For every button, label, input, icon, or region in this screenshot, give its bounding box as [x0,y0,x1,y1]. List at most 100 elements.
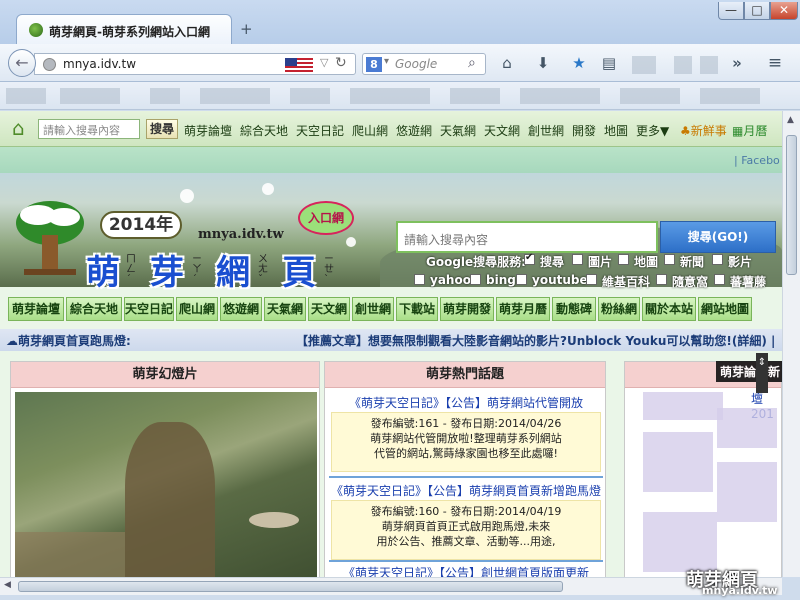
main-menu-item[interactable]: 粉絲網 [598,297,640,321]
facebook-link[interactable]: | Facebo [734,154,780,167]
bookmark-item[interactable] [150,88,180,104]
post-title-link[interactable]: 《萌芽天空日記》【公告】萌芽網站代管開放 [331,394,601,411]
checkbox-news[interactable] [664,254,675,265]
bookmark-item[interactable] [60,88,120,104]
main-menu-item[interactable]: 天文網 [308,297,350,321]
close-window-button[interactable]: ✕ [770,2,798,20]
horizontal-scrollbar[interactable]: ◀ [0,577,782,595]
scroll-up-icon[interactable]: ▲ [787,115,794,125]
option-label[interactable]: 影片 [728,253,752,270]
blurred-extension-icon[interactable] [674,56,692,74]
site-search-button[interactable]: 搜尋 [146,119,178,139]
main-menu-item[interactable]: 天空日記 [124,297,174,321]
url-dropdown-icon[interactable]: ▽ [320,56,328,69]
option-label[interactable]: 蕃薯藤 [730,273,766,290]
main-menu-item[interactable]: 關於本站 [642,297,696,321]
nav-link[interactable]: 悠遊網 [396,122,432,139]
nav-link[interactable]: 萌芽論壇 [184,122,232,139]
menu-icon[interactable]: ≡ [766,54,784,72]
download-icon[interactable]: ⬇ [534,54,552,72]
back-button[interactable]: ← [8,49,36,77]
reload-icon[interactable]: ↻ [335,55,347,71]
post-title-link[interactable]: 《萌芽天空日記》【公告】萌芽網頁首頁新增跑馬燈 [331,482,601,499]
checkbox-bing[interactable] [470,274,481,285]
nav-more-dropdown[interactable]: 更多▼ [636,122,669,139]
search-magnifier-icon[interactable]: ⌕ [468,55,476,71]
bookmark-item[interactable] [520,88,600,104]
option-label[interactable]: 地圖 [634,253,658,270]
bookmark-star-icon[interactable]: ★ [570,54,588,72]
nav-link[interactable]: 天文網 [484,122,520,139]
url-bar[interactable]: mnya.idv.tw ▽ ↻ [34,53,356,75]
engine-dropdown-icon[interactable]: ▾ [384,56,389,67]
main-menu-item[interactable]: 爬山網 [176,297,218,321]
us-flag-icon[interactable] [285,58,313,72]
site-search-input[interactable]: 請輸入搜尋內容 [38,119,140,139]
option-label[interactable]: 隨意窩 [672,273,708,290]
bookmark-item[interactable] [6,88,46,104]
checkbox-yam[interactable] [714,274,725,285]
calendar-link[interactable]: ▦月曆 [732,122,767,139]
checkbox-yahoo[interactable] [414,274,425,285]
option-label[interactable]: 搜尋 [540,253,564,270]
blurred-extension-icon[interactable] [700,56,718,74]
header-search-input[interactable]: 請輸入搜尋內容 [396,221,658,253]
browser-tab[interactable]: 萌芽網頁-萌芽系列網站入口網 [16,14,232,44]
header-search-button[interactable]: 搜尋(GO!) [660,221,776,253]
nav-link[interactable]: 天氣網 [440,122,476,139]
bookmark-item[interactable] [450,88,500,104]
url-text[interactable]: mnya.idv.tw [63,57,136,71]
home-icon[interactable]: ⌂ [12,118,25,138]
checkbox-images[interactable] [572,254,583,265]
minimize-button[interactable]: — [718,2,744,20]
checkbox-youtube[interactable] [516,274,527,285]
option-label[interactable]: 維基百科 [602,273,650,290]
checkbox-wikipedia[interactable] [586,274,597,285]
checkbox-search[interactable] [524,252,535,265]
new-tab-button[interactable]: + [240,20,253,38]
bookmark-item[interactable] [200,88,270,104]
option-label[interactable]: 圖片 [588,253,612,270]
scroll-arrows-icon[interactable]: ⇕ [756,353,768,393]
bookmarks-icon[interactable]: ▤ [600,54,618,72]
main-menu-item[interactable]: 萌芽論壇 [8,297,64,321]
bookmark-item[interactable] [700,88,760,104]
post-title-link[interactable]: 《萌芽天空日記》【公告】創世網首頁版面更新 [331,564,601,577]
option-label[interactable]: yahoo [430,273,471,287]
slideshow-photo[interactable] [15,392,317,577]
nav-link[interactable]: 爬山網 [352,122,388,139]
overflow-chevron-icon[interactable]: » [728,54,746,72]
main-menu-item[interactable]: 下載站 [396,297,438,321]
maximize-button[interactable]: □ [744,2,770,20]
main-menu-item[interactable]: 創世網 [352,297,394,321]
checkbox-xuite[interactable] [656,274,667,285]
new-items-link[interactable]: ♣新鮮事 [680,122,727,139]
nav-link[interactable]: 綜合天地 [240,122,288,139]
nav-link[interactable]: 創世網 [528,122,564,139]
main-menu-item[interactable]: 綜合天地 [66,297,122,321]
main-menu-item[interactable]: 萌芽月曆 [496,297,550,321]
bookmark-item[interactable] [620,88,680,104]
horizontal-scroll-thumb[interactable] [18,581,563,592]
option-label[interactable]: youtube [532,273,588,287]
checkbox-videos[interactable] [712,254,723,265]
option-label[interactable]: bing [486,273,516,287]
bookmark-item[interactable] [350,88,430,104]
home-icon[interactable]: ⌂ [498,54,516,72]
option-label[interactable]: 新聞 [680,253,704,270]
main-menu-item[interactable]: 動態碑 [552,297,596,321]
vertical-scroll-thumb[interactable] [786,135,797,275]
vertical-scrollbar[interactable]: ▲ [782,111,800,577]
scroll-left-icon[interactable]: ◀ [4,580,11,590]
marquee-text[interactable]: 【推薦文章】想要無限制觀看大陸影音網站的影片?Unblock Youku可以幫助… [296,332,782,349]
google-engine-icon[interactable]: 8 [366,57,382,72]
main-menu-item[interactable]: 天氣網 [264,297,306,321]
nav-link[interactable]: 天空日記 [296,122,344,139]
nav-link[interactable]: 地圖 [604,122,628,139]
nav-link[interactable]: 開發 [572,122,596,139]
main-menu-item[interactable]: 悠遊網 [220,297,262,321]
bookmark-item[interactable] [290,88,330,104]
checkbox-maps[interactable] [618,254,629,265]
search-engine-box[interactable]: 8 ▾ Google ⌕ [362,53,486,75]
blurred-extension-icon[interactable] [632,56,656,74]
